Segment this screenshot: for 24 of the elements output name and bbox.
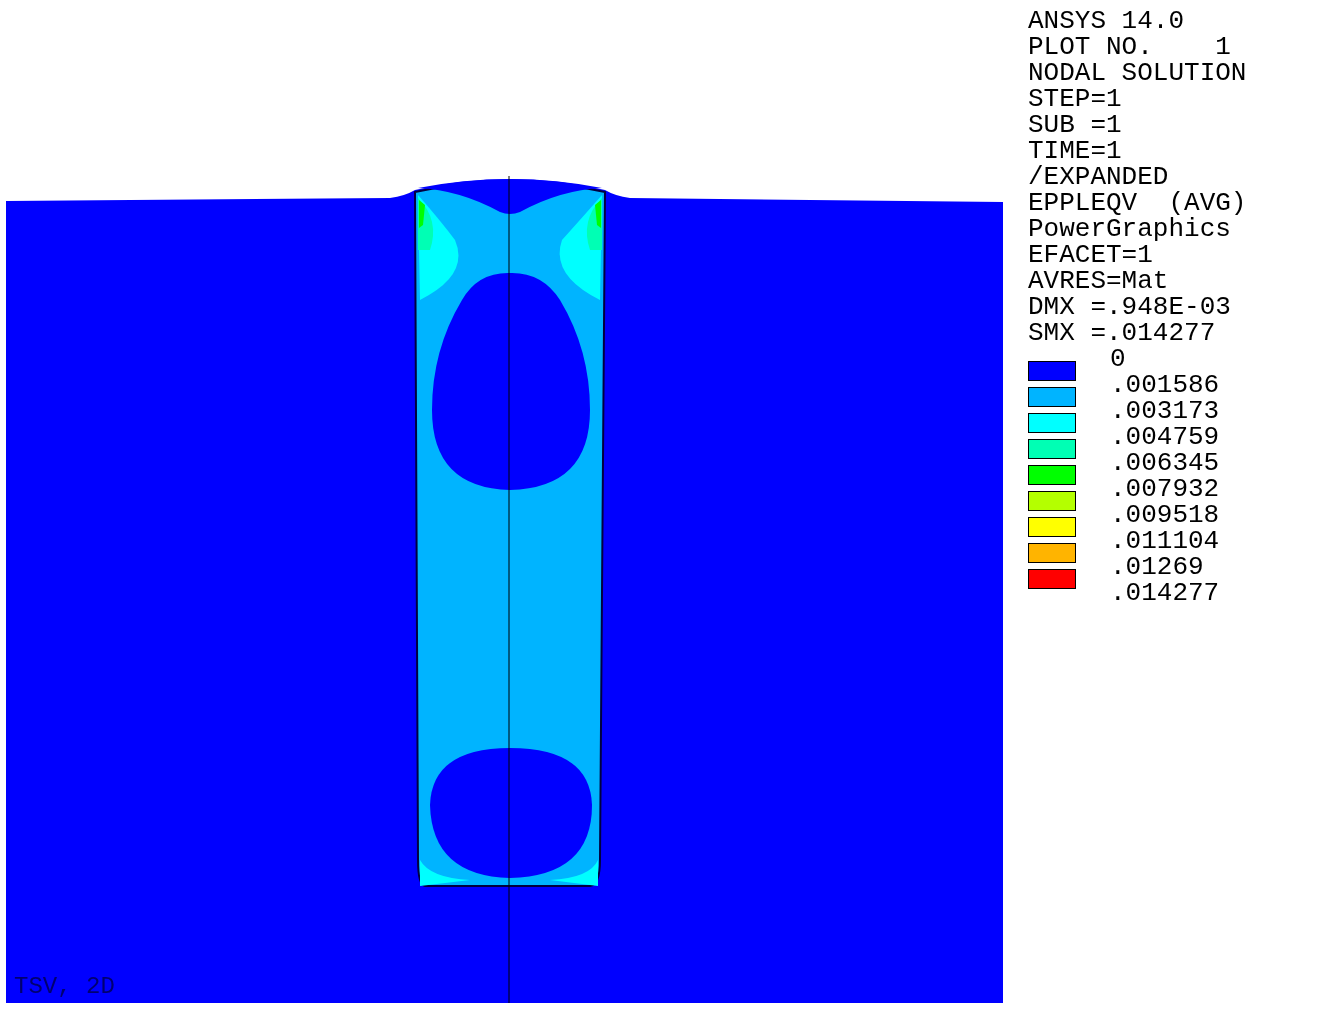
info-line: EFACET=1 bbox=[1028, 242, 1153, 268]
info-line: EPPLEQV (AVG) bbox=[1028, 190, 1247, 216]
info-line: SMX =.014277 bbox=[1028, 320, 1217, 346]
legend-value: .009518 bbox=[1110, 502, 1220, 528]
info-line: PowerGraphics bbox=[1028, 216, 1231, 242]
info-line: SUB =1 bbox=[1028, 112, 1123, 138]
info-line: /EXPANDED bbox=[1028, 164, 1170, 190]
info-line: AVRES=Mat bbox=[1028, 268, 1170, 294]
legend-value: .003173 bbox=[1110, 398, 1220, 424]
legend-value: .007932 bbox=[1110, 476, 1220, 502]
plot-title: TSV, 2D bbox=[14, 973, 115, 1000]
legend-value: .006345 bbox=[1110, 450, 1220, 476]
info-line: NODAL SOLUTION bbox=[1028, 60, 1247, 86]
legend-value: .011104 bbox=[1110, 528, 1220, 554]
legend-value: .01269 bbox=[1110, 554, 1205, 580]
info-line: PLOT NO. 1 bbox=[1028, 34, 1232, 60]
info-line: ANSYS 14.0 bbox=[1028, 8, 1186, 34]
info-line: DMX =.948E-03 bbox=[1028, 294, 1232, 320]
info-line: STEP=1 bbox=[1028, 86, 1123, 112]
legend-value: .004759 bbox=[1110, 424, 1220, 450]
legend-value: 0 bbox=[1110, 346, 1127, 372]
legend-value: .001586 bbox=[1110, 372, 1220, 398]
legend-value: .014277 bbox=[1110, 580, 1220, 606]
info-line: TIME=1 bbox=[1028, 138, 1122, 164]
